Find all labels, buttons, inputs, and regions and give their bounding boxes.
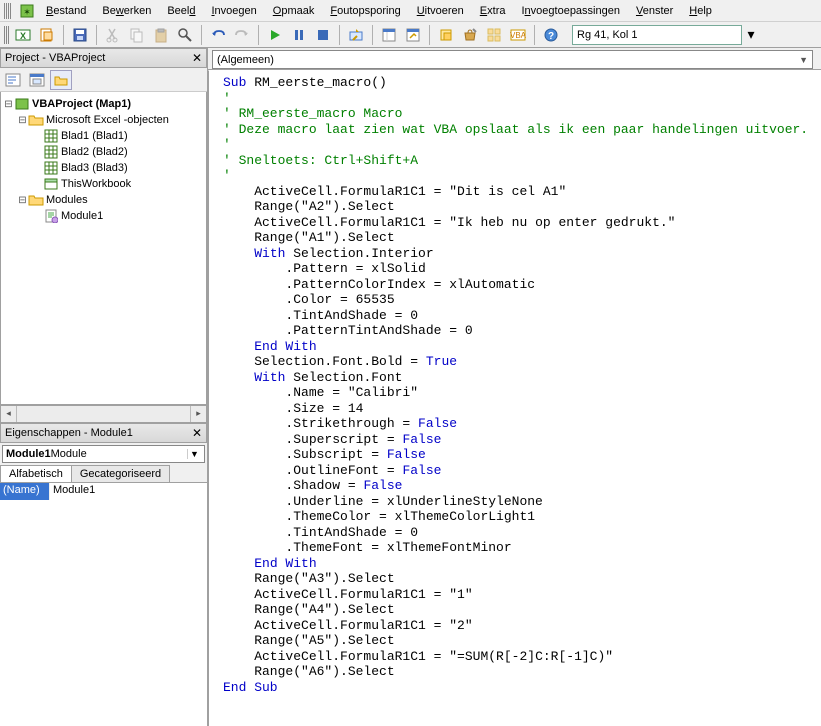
project-explorer-icon[interactable]: [378, 24, 400, 46]
save-icon[interactable]: [69, 24, 91, 46]
tree-module1[interactable]: Module1: [3, 208, 204, 224]
redo-icon[interactable]: [231, 24, 253, 46]
app-icon: ✶: [16, 0, 38, 22]
menu-foutopsporing[interactable]: Foutopsporing: [322, 3, 408, 19]
tab-alfabetisch[interactable]: Alfabetisch: [0, 465, 72, 482]
menu-venster[interactable]: Venster: [628, 3, 681, 19]
code-editor[interactable]: Sub RM_eerste_macro() ' ' RM_eerste_macr…: [208, 70, 821, 726]
menubar-grip: [4, 3, 12, 19]
properties-object-combo[interactable]: Module1 Module▼: [0, 443, 207, 465]
toolbar: X VBA ? Rg 41, Kol 1 ▾: [0, 22, 821, 48]
folder-icon: [28, 113, 44, 127]
properties-panel-title: Eigenschappen - Module1 ✕: [0, 423, 207, 443]
project-panel-title: Project - VBAProject ✕: [0, 48, 207, 68]
tree-sheet3[interactable]: Blad3 (Blad3): [3, 160, 204, 176]
workbook-icon: [43, 177, 59, 191]
cursor-position-box: Rg 41, Kol 1: [572, 25, 742, 45]
view-object-icon[interactable]: [26, 70, 48, 90]
stop-icon[interactable]: [312, 24, 334, 46]
menu-help[interactable]: Help: [681, 3, 720, 19]
help-icon[interactable]: ?: [540, 24, 562, 46]
menu-opmaak[interactable]: Opmaak: [265, 3, 323, 19]
project-tree[interactable]: ⊟ VBAProject (Map1) ⊟ Microsoft Excel -o…: [0, 92, 207, 405]
run-icon[interactable]: [264, 24, 286, 46]
svg-text:?: ?: [548, 31, 554, 42]
view-excel-icon[interactable]: X: [12, 24, 34, 46]
code-pane: (Algemeen)▼ Sub RM_eerste_macro() ' ' RM…: [208, 48, 821, 726]
module-icon: [43, 209, 59, 223]
tree-vbaproject[interactable]: ⊟ VBAProject (Map1): [3, 96, 204, 112]
property-row-name[interactable]: (Name) Module1: [0, 483, 207, 500]
toolbox-icon[interactable]: [459, 24, 481, 46]
properties-tabs: Alfabetisch Gecategoriseerd: [0, 465, 207, 483]
cut-icon[interactable]: [102, 24, 124, 46]
find-icon[interactable]: [174, 24, 196, 46]
menu-bewerken[interactable]: Bewerken: [94, 3, 159, 19]
toggle-folders-icon[interactable]: [50, 70, 72, 90]
tree-modules[interactable]: ⊟ Modules: [3, 192, 204, 208]
svg-text:VBA: VBA: [510, 31, 526, 40]
toolbar-overflow-icon[interactable]: ▾: [744, 24, 758, 46]
tab-gecategoriseerd[interactable]: Gecategoriseerd: [71, 465, 170, 482]
menu-invoegen[interactable]: Invoegen: [203, 3, 264, 19]
view-code-icon[interactable]: [2, 70, 24, 90]
sheet-icon: [43, 129, 59, 143]
vba-help-icon[interactable]: VBA: [507, 24, 529, 46]
project-hscrollbar[interactable]: ◂▸: [0, 405, 207, 423]
svg-text:✶: ✶: [23, 7, 31, 17]
tree-sheet2[interactable]: Blad2 (Blad2): [3, 144, 204, 160]
property-name-value[interactable]: Module1: [50, 483, 207, 500]
menubar: ✶ Bestand Bewerken Beeld Invoegen Opmaak…: [0, 0, 821, 22]
object-combo[interactable]: (Algemeen)▼: [212, 50, 813, 69]
svg-text:X: X: [20, 31, 26, 41]
cursor-position: Rg 41, Kol 1: [577, 29, 638, 41]
chevron-down-icon: ▼: [799, 55, 808, 65]
close-icon[interactable]: ✕: [192, 51, 202, 65]
vbaproject-icon: [14, 97, 30, 111]
tree-thisworkbook[interactable]: ThisWorkbook: [3, 176, 204, 192]
properties-window-icon[interactable]: [402, 24, 424, 46]
chevron-down-icon[interactable]: ▼: [187, 449, 201, 459]
sheet-icon: [43, 145, 59, 159]
tree-excel-objects[interactable]: ⊟ Microsoft Excel -objecten: [3, 112, 204, 128]
folder-icon: [28, 193, 44, 207]
menu-bestand[interactable]: Bestand: [38, 3, 94, 19]
sheet-icon: [43, 161, 59, 175]
undo-icon[interactable]: [207, 24, 229, 46]
tree-sheet1[interactable]: Blad1 (Blad1): [3, 128, 204, 144]
pause-icon[interactable]: [288, 24, 310, 46]
copy-icon[interactable]: [126, 24, 148, 46]
properties-grid[interactable]: (Name) Module1: [0, 483, 207, 726]
property-name-label: (Name): [0, 483, 50, 500]
menu-invoegtoepassingen[interactable]: Invoegtoepassingen: [513, 3, 627, 19]
tab-order-icon[interactable]: [483, 24, 505, 46]
menu-beeld[interactable]: Beeld: [159, 3, 203, 19]
menu-extra[interactable]: Extra: [472, 3, 514, 19]
design-mode-icon[interactable]: [345, 24, 367, 46]
close-icon[interactable]: ✕: [192, 426, 202, 440]
insert-icon[interactable]: [36, 24, 58, 46]
toolbar-grip: [4, 26, 10, 44]
paste-icon[interactable]: [150, 24, 172, 46]
menu-uitvoeren[interactable]: Uitvoeren: [409, 3, 472, 19]
project-toolbar: [0, 68, 207, 92]
object-browser-icon[interactable]: [435, 24, 457, 46]
